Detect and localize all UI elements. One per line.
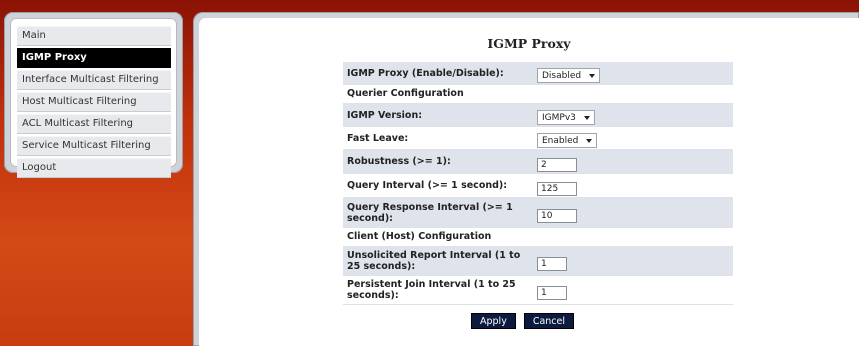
sidebar-item-acl-multicast-filtering[interactable]: ACL Multicast Filtering — [17, 114, 171, 134]
igmp-proxy-row: IGMP Proxy (Enable/Disable): Disabled — [343, 62, 733, 85]
persistent-join-interval-input[interactable] — [537, 286, 567, 300]
query-interval-row: Query Interval (>= 1 second): — [343, 174, 733, 198]
query-response-interval-row: Query Response Interval (>= 1 second): — [343, 198, 733, 228]
igmp-version-row: IGMP Version: IGMPv3 — [343, 104, 733, 127]
query-interval-label: Query Interval (>= 1 second): — [347, 180, 508, 191]
sidebar-item-service-multicast-filtering[interactable]: Service Multicast Filtering — [17, 136, 171, 156]
page-title: IGMP Proxy — [487, 36, 571, 51]
igmp-version-label: IGMP Version: — [347, 109, 423, 121]
igmp-proxy-select-value: Disabled — [542, 70, 582, 81]
sidebar-item-host-multicast-filtering[interactable]: Host Multicast Filtering — [17, 92, 171, 112]
igmp-version-select[interactable]: IGMPv3 — [537, 110, 595, 126]
fast-leave-label: Fast Leave: — [347, 132, 409, 144]
fast-leave-select-value: Enabled — [542, 135, 579, 146]
sidebar-item-igmp-proxy[interactable]: IGMP Proxy — [17, 48, 171, 68]
igmp-form: IGMP Proxy (Enable/Disable): Disabled Qu… — [343, 62, 733, 305]
main-content: IGMP Proxy IGMP Proxy (Enable/Disable): … — [199, 18, 859, 346]
client-section-heading: Client (Host) Configuration — [343, 228, 733, 247]
igmp-proxy-label: IGMP Proxy (Enable/Disable): — [347, 67, 504, 79]
igmp-version-select-value: IGMPv3 — [542, 112, 576, 123]
query-response-interval-label: Query Response Interval (>= 1 second): — [347, 201, 513, 224]
fast-leave-select[interactable]: Enabled — [537, 133, 598, 149]
form-buttons: Apply Cancel — [471, 313, 575, 329]
cancel-button[interactable]: Cancel — [523, 313, 575, 329]
sidebar-frame: Main IGMP Proxy Interface Multicast Filt… — [4, 12, 183, 178]
unsolicited-report-interval-input[interactable] — [537, 257, 567, 271]
persistent-join-interval-row: Persistent Join Interval (1 to 25 second… — [343, 276, 733, 305]
robustness-label: Robustness (>= 1): — [347, 156, 451, 167]
sidebar-item-logout[interactable]: Logout — [17, 158, 171, 178]
robustness-input[interactable] — [537, 157, 577, 172]
sidebar-item-main[interactable]: Main — [17, 26, 171, 46]
main-frame: IGMP Proxy IGMP Proxy (Enable/Disable): … — [193, 12, 859, 346]
robustness-row: Robustness (>= 1): — [343, 150, 733, 174]
chevron-down-icon — [583, 115, 590, 120]
query-response-interval-input[interactable] — [537, 208, 577, 223]
chevron-down-icon — [589, 73, 596, 78]
unsolicited-report-interval-label: Unsolicited Report Interval (1 to 25 sec… — [347, 250, 521, 272]
unsolicited-report-interval-row: Unsolicited Report Interval (1 to 25 sec… — [343, 247, 733, 276]
sidebar-item-interface-multicast-filtering[interactable]: Interface Multicast Filtering — [17, 70, 171, 90]
apply-button[interactable]: Apply — [471, 313, 516, 329]
persistent-join-interval-label: Persistent Join Interval (1 to 25 second… — [347, 279, 516, 301]
query-interval-input[interactable] — [537, 181, 577, 196]
querier-section-heading: Querier Configuration — [343, 85, 733, 104]
igmp-proxy-select[interactable]: Disabled — [537, 68, 601, 84]
fast-leave-row: Fast Leave: Enabled — [343, 127, 733, 150]
sidebar: Main IGMP Proxy Interface Multicast Filt… — [10, 18, 177, 178]
chevron-down-icon — [586, 138, 593, 143]
